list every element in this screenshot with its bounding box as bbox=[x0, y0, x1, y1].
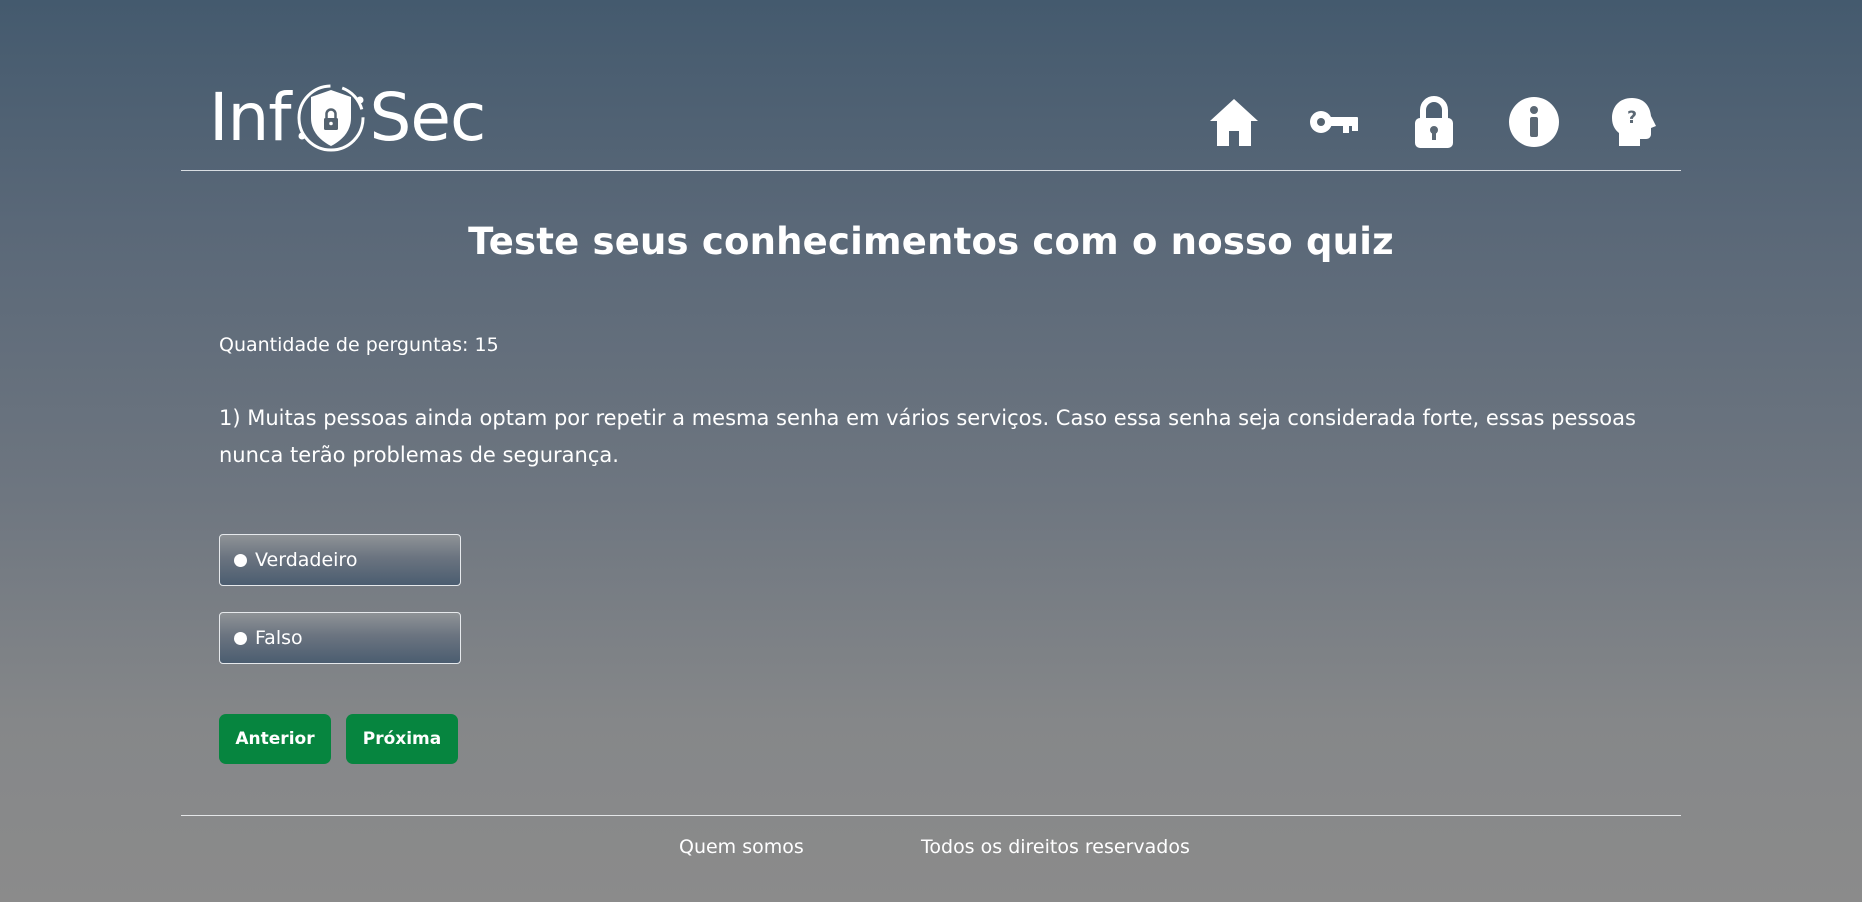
option-verdadeiro[interactable]: Verdadeiro bbox=[219, 534, 461, 586]
head-question-icon: ? bbox=[1612, 98, 1656, 146]
nav-key-button[interactable] bbox=[1307, 92, 1361, 152]
nav-home-button[interactable] bbox=[1207, 92, 1261, 152]
site-header: Inf Sec ? bbox=[181, 0, 1681, 171]
option-label: Verdadeiro bbox=[255, 549, 358, 571]
info-icon bbox=[1509, 97, 1559, 147]
logo-text-left: Inf bbox=[209, 79, 292, 156]
lock-icon bbox=[1415, 96, 1453, 148]
main-nav: ? bbox=[1161, 92, 1661, 152]
radio-dot-icon bbox=[234, 553, 247, 567]
nav-info-button[interactable] bbox=[1507, 92, 1561, 152]
nav-lock-button[interactable] bbox=[1407, 92, 1461, 152]
key-icon bbox=[1310, 111, 1358, 133]
page-title: Teste seus conhecimentos com o nosso qui… bbox=[468, 220, 1394, 263]
svg-text:?: ? bbox=[1627, 108, 1637, 128]
nav-quiz-button[interactable]: ? bbox=[1607, 92, 1661, 152]
question-text: 1) Muitas pessoas ainda optam por repeti… bbox=[219, 406, 1636, 467]
option-label: Falso bbox=[255, 627, 303, 649]
next-button[interactable]: Próxima bbox=[346, 714, 458, 764]
home-icon bbox=[1210, 99, 1258, 146]
footer-about-link[interactable]: Quem somos bbox=[679, 836, 804, 858]
footer-rights-link[interactable]: Todos os direitos reservados bbox=[921, 836, 1190, 858]
option-falso[interactable]: Falso bbox=[219, 612, 461, 664]
logo-text-right: Sec bbox=[369, 79, 487, 156]
infosec-logo[interactable]: Inf Sec bbox=[209, 78, 487, 158]
radio-dot-icon bbox=[234, 631, 247, 645]
previous-button[interactable]: Anterior bbox=[219, 714, 331, 764]
shield-lock-icon bbox=[297, 84, 365, 152]
question-count: Quantidade de perguntas: 15 bbox=[219, 334, 499, 356]
footer-divider bbox=[181, 815, 1681, 816]
